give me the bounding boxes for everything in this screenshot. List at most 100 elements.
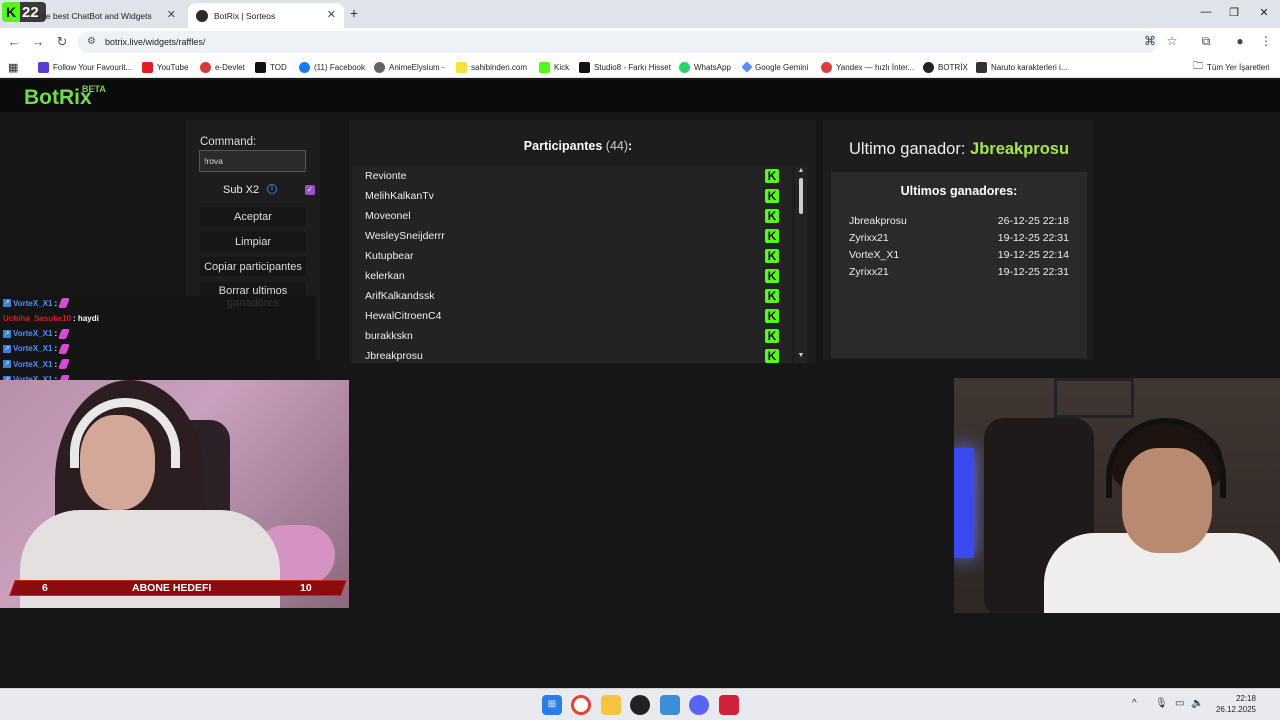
chat-badge-icon: ↗ [3,344,11,353]
bookmark-follow[interactable]: Follow Your Favourit... [38,56,132,78]
winner-row: Zyrixx21 19-12-25 22:31 [849,232,1069,248]
network-icon[interactable]: ▭ [1175,698,1184,709]
apps-grid-icon[interactable]: ▦ [8,56,18,78]
botrix-icon [923,61,934,73]
forward-icon[interactable]: → [30,34,46,49]
close-tab-icon[interactable]: ✕ [167,8,176,21]
chat-text: : haydi [73,313,99,323]
windows-start-icon[interactable]: ⊞ [542,695,562,715]
kick-platform-icon: K [765,229,779,243]
chat-text: : [54,359,58,369]
scroll-up-icon[interactable]: ▲ [795,167,807,174]
site-info-icon[interactable]: ⚙ [87,31,96,53]
system-clock[interactable]: 22:18 26.12.2025 [1208,693,1256,715]
app-icon[interactable] [660,695,680,715]
url-input[interactable]: ⚙ botrix.live/widgets/raffles/ [78,31,1158,53]
restore-icon[interactable]: ❐ [1224,6,1244,19]
bookmark-animeelysium[interactable]: AnimeElysium - [374,56,445,78]
winners-panel: Ultimo ganador: Jbreakprosu Ultimos gana… [823,120,1093,360]
bookmark-naruto[interactable]: Naruto karakterleri i... [976,56,1067,78]
participants-scrollbar[interactable]: ▲ ▼ [795,166,807,363]
chrome-icon[interactable] [571,695,591,715]
chat-text: : [54,329,58,339]
bookmark-youtube[interactable]: YouTube [142,56,188,78]
participant-row[interactable]: Moveonel K [352,206,792,226]
sub-x2-checkbox[interactable]: ✓ [305,185,315,195]
participants-title: Participantes (44): [523,139,633,153]
copy-participants-button[interactable]: Copiar participantes [200,257,306,276]
command-input[interactable] [199,150,306,172]
chat-message: ↗VorteX_X1: [3,342,70,356]
botrix-page: BotRix BETA Command: Sub X2 i ✓ Aceptar … [0,80,1280,688]
chat-emote-icon [58,359,70,370]
bookmark-botrix[interactable]: BOTRİX [923,56,968,78]
participant-row[interactable]: kelerkan K [352,266,792,286]
participant-row[interactable]: Kutupbear K [352,246,792,266]
pocket-icon[interactable] [719,695,739,715]
bookmark-kick[interactable]: Kick [539,56,569,78]
tray-chevron-icon[interactable]: ^ [1132,698,1137,709]
participant-row[interactable]: MelihKalkanTv K [352,186,792,206]
obs-icon[interactable] [630,695,650,715]
tab-botrix-sorteos[interactable]: BotRix | Sorteos ✕ [188,3,344,28]
kick-icon [539,61,550,73]
participant-row[interactable]: HewalCitroenC4 K [352,306,792,326]
close-window-icon[interactable]: ✕ [1254,6,1274,19]
kick-platform-icon: K [765,249,779,263]
reload-icon[interactable]: ↻ [54,34,70,50]
bookmark-studio8[interactable]: Studio8 - Farkı Hisset [579,56,671,78]
whatsapp-icon [679,61,690,73]
minimize-icon[interactable]: — [1196,6,1216,18]
participant-name: kelerkan [365,270,405,282]
profile-avatar-icon[interactable]: ● [1232,34,1248,48]
recent-winners-title: Ultimos ganadores: [900,184,1018,198]
participants-list[interactable]: Revionte K MelihKalkanTv K Moveonel K WesleySn… [352,166,792,363]
command-label: Command: [200,136,257,148]
bookmark-whatsapp[interactable]: WhatsApp [679,56,731,78]
microphone-icon[interactable]: 🎙 [1155,698,1168,709]
wall-mount [1054,378,1134,418]
participant-name: Moveonel [365,210,411,222]
edevlet-icon [200,61,211,73]
webcam-right [954,378,1280,613]
kick-platform-icon: K [765,289,779,303]
sahibinden-icon [456,61,467,73]
folder-icon: 🗀 [1193,60,1203,72]
all-bookmarks[interactable]: 🗀 Tüm Yer İşaretleri [1193,56,1270,78]
clear-button[interactable]: Limpiar [200,232,306,251]
back-icon[interactable]: ← [6,34,22,49]
kick-platform-icon: K [765,349,779,363]
participant-name: Revionte [365,170,407,182]
bookmark-gemini[interactable]: Google Gemini [741,56,808,78]
participant-row[interactable]: Revionte K [352,166,792,186]
bookmark-edevlet[interactable]: e-Devlet [200,56,245,78]
bookmark-facebook[interactable]: (11) Facebook [299,56,365,78]
studio8-icon [579,61,590,73]
winner-name: VorteX_X1 [849,249,900,261]
accept-button[interactable]: Aceptar [200,207,306,226]
discord-icon[interactable] [689,695,709,715]
volume-icon[interactable]: 🔈 [1191,698,1203,709]
kick-platform-icon: K [765,189,779,203]
new-tab-icon[interactable]: + [346,5,362,21]
scroll-thumb[interactable] [799,178,803,214]
bookmark-star-icon[interactable]: ☆ [1164,34,1180,48]
participant-row[interactable]: burakkskn K [352,326,792,346]
bookmark-sahibinden[interactable]: sahibinden.com [456,56,527,78]
globe-icon [374,61,385,73]
translate-icon[interactable]: ⌘ [1142,34,1158,48]
participant-row[interactable]: Jbreakprosu K [352,346,792,363]
bookmark-tod[interactable]: TOD [255,56,287,78]
gemini-icon [741,61,753,73]
scroll-down-icon[interactable]: ▼ [795,352,807,359]
info-icon[interactable]: i [267,184,277,194]
tab-chatbot[interactable]: ✕ The best ChatBot and Widgets [28,3,184,28]
close-tab-icon[interactable]: ✕ [327,8,336,21]
sub-x2-label: Sub X2 [223,184,260,196]
bookmark-yandex[interactable]: Yandex — hızlı İnter... [821,56,914,78]
file-explorer-icon[interactable] [601,695,621,715]
participant-row[interactable]: ArifKalkandssk K [352,286,792,306]
extensions-icon[interactable]: ⧉ [1198,34,1214,49]
more-menu-icon[interactable]: ⋮ [1258,34,1274,48]
participant-row[interactable]: WesleySneijderrr K [352,226,792,246]
